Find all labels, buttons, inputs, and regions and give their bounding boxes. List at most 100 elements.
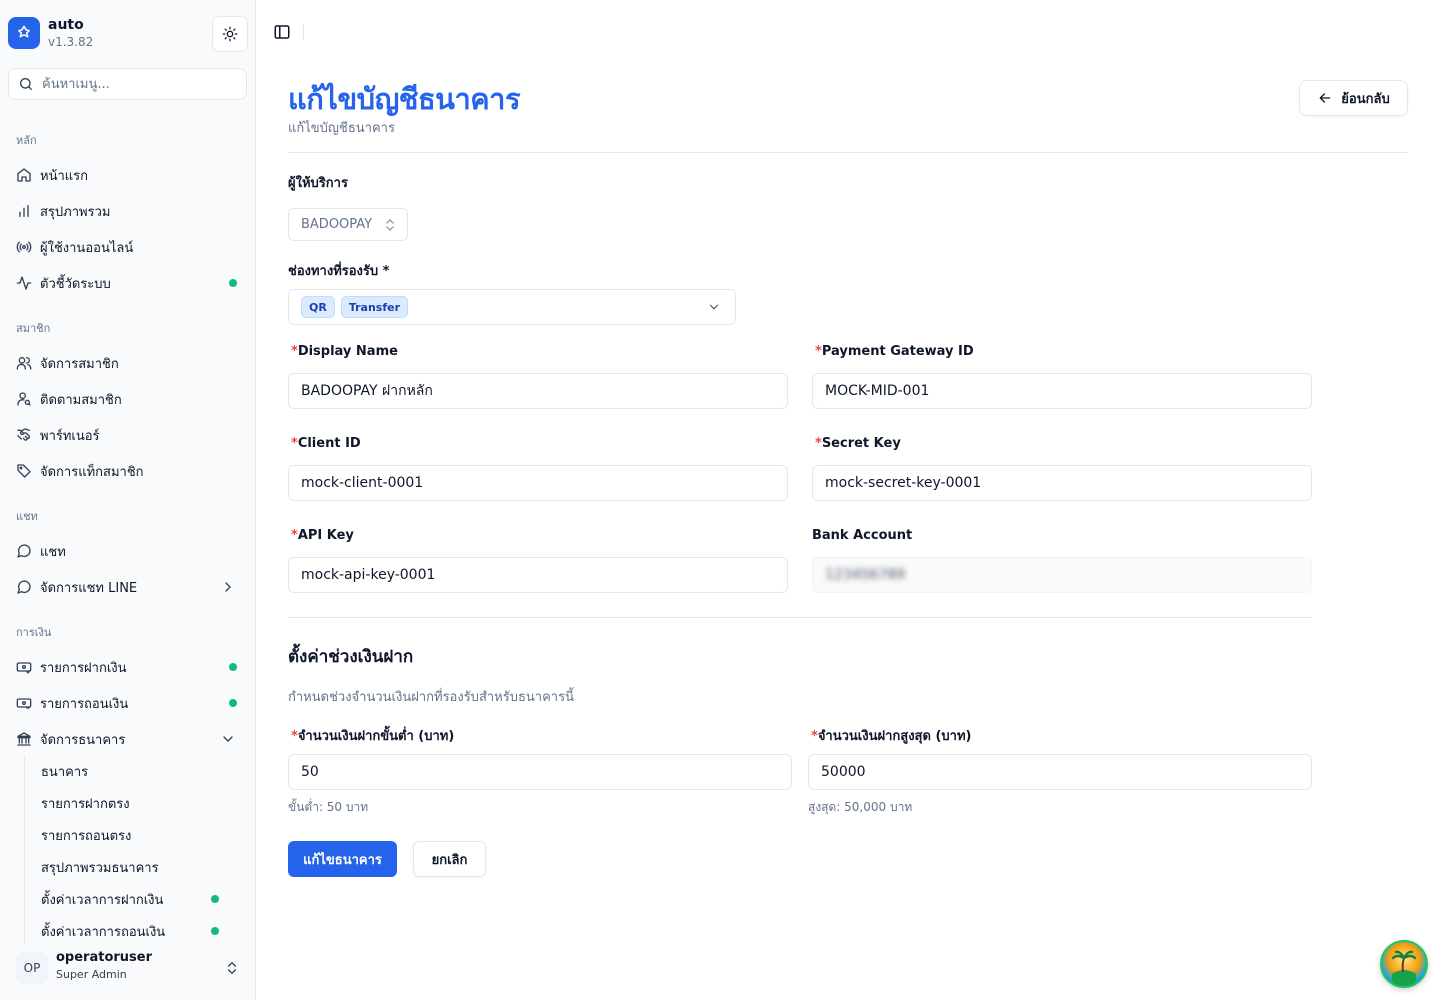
- sidebar-item-label: แชท: [40, 544, 66, 560]
- channel-tag[interactable]: Transfer: [340, 296, 409, 318]
- submenu-item-banks[interactable]: ธนาคาร: [33, 757, 233, 785]
- cancel-button[interactable]: ยกเลิก: [413, 841, 486, 877]
- chevrons-up-down-icon: [385, 218, 395, 235]
- api-key-field[interactable]: mock-api-key-0001: [288, 557, 788, 593]
- secret-key-field[interactable]: mock-secret-key-0001: [812, 465, 1312, 501]
- deposit-range-description: กำหนดช่วงจำนวนเงินฝากที่รองรับสำหรับธนาค…: [288, 690, 574, 705]
- sidebar-item-chat[interactable]: แชท: [8, 535, 248, 567]
- avatar: OP: [16, 952, 48, 984]
- search-icon: [20, 78, 32, 90]
- app-version: v1.3.82: [48, 35, 94, 49]
- group-label-members: สมาชิก: [16, 322, 51, 335]
- palm-island-icon: [1391, 950, 1417, 986]
- deposit-icon: [16, 659, 32, 675]
- page-title: แก้ไขบัญชีธนาคาร: [288, 82, 521, 116]
- message-circle-icon: [16, 579, 32, 595]
- topbar-divider: [303, 24, 304, 40]
- channel-tag[interactable]: QR: [301, 296, 335, 318]
- submenu-item-label: ตั้งค่าเวลาการฝากเงิน: [41, 892, 164, 908]
- chevron-down-icon: [707, 300, 721, 318]
- sidebar-item-track-members[interactable]: ติดตามสมาชิก: [8, 383, 248, 415]
- tag-icon: [16, 463, 32, 479]
- sidebar-item-partners[interactable]: พาร์ทเนอร์: [8, 419, 248, 451]
- submenu-item-label: สรุปภาพรวมธนาคาร: [41, 860, 159, 876]
- min-deposit-field[interactable]: 50: [288, 754, 792, 790]
- status-dot: [211, 927, 219, 935]
- provider-select[interactable]: BADOOPAY: [288, 208, 408, 241]
- theme-toggle-button[interactable]: [212, 16, 248, 52]
- sidebar-item-manage-banks[interactable]: จัดการธนาคาร: [8, 723, 248, 755]
- sidebar-item-label: จัดการแท็กสมาชิก: [40, 464, 144, 480]
- submit-edit-bank-button[interactable]: แก้ไขธนาคาร: [288, 841, 397, 877]
- api-key-label: *API Key: [291, 528, 354, 543]
- submenu-item-deposit-schedule[interactable]: ตั้งค่าเวลาการฝากเงิน: [33, 885, 233, 913]
- max-deposit-field[interactable]: 50000: [808, 754, 1312, 790]
- bar-chart-icon: [16, 203, 32, 219]
- sidebar-item-online-users[interactable]: ผู้ใช้งานออนไลน์: [8, 231, 248, 263]
- display-name-field[interactable]: BADOOPAY ฝากหลัก: [288, 373, 788, 409]
- payment-gateway-id-field[interactable]: MOCK-MID-001: [812, 373, 1312, 409]
- sidebar-item-label: รายการฝากเงิน: [40, 660, 127, 676]
- sidebar-item-label: จัดการธนาคาร: [40, 732, 126, 748]
- sidebar-item-label: รายการถอนเงิน: [40, 696, 129, 712]
- sidebar-item-system-metrics[interactable]: ตัวชี้วัดระบบ: [8, 267, 248, 299]
- min-deposit-hint: ขั้นต่ำ: 50 บาท: [288, 800, 369, 814]
- status-dot: [229, 279, 237, 287]
- bank-account-label: Bank Account: [812, 528, 913, 543]
- group-label-finance: การเงิน: [16, 626, 52, 639]
- back-button[interactable]: ย้อนกลับ: [1299, 80, 1408, 116]
- status-dot: [211, 895, 219, 903]
- app-name: auto: [48, 17, 84, 33]
- radio-icon: [16, 239, 32, 255]
- channels-multiselect[interactable]: QR Transfer: [288, 289, 736, 325]
- sidebar-toggle-button[interactable]: [272, 22, 292, 42]
- bank-account-field[interactable]: 123456789: [812, 557, 1312, 593]
- submenu-item-label: ธนาคาร: [41, 764, 89, 780]
- status-dot: [229, 663, 237, 671]
- withdraw-icon: [16, 695, 32, 711]
- submenu-divider: [24, 756, 25, 944]
- sidebar-item-label: ตัวชี้วัดระบบ: [40, 276, 111, 292]
- menu-search: [8, 68, 247, 100]
- user-search-icon: [16, 391, 32, 407]
- sidebar-item-label: จัดการสมาชิก: [40, 356, 119, 372]
- sidebar-item-label: ติดตามสมาชิก: [40, 392, 122, 408]
- max-deposit-hint: สูงสุด: 50,000 บาท: [808, 800, 913, 814]
- sidebar-item-member-tags[interactable]: จัดการแท็กสมาชิก: [8, 455, 248, 487]
- sidebar-item-overview[interactable]: สรุปภาพรวม: [8, 195, 248, 227]
- back-button-label: ย้อนกลับ: [1341, 91, 1390, 107]
- floating-avatar-button[interactable]: [1380, 940, 1428, 988]
- provider-value: BADOOPAY: [301, 217, 373, 232]
- header-divider: [288, 152, 1408, 153]
- provider-label: ผู้ให้บริการ: [288, 176, 348, 191]
- submenu-item-direct-deposits[interactable]: รายการฝากตรง: [33, 789, 233, 817]
- home-icon: [16, 167, 32, 183]
- display-name-label: *Display Name: [291, 344, 398, 359]
- chevrons-up-down-icon: [224, 960, 240, 980]
- app-logo-icon: [8, 17, 40, 49]
- menu-search-input[interactable]: [42, 76, 232, 92]
- sidebar-item-manage-members[interactable]: จัดการสมาชิก: [8, 347, 248, 379]
- bank-account-value: 123456789: [825, 567, 906, 583]
- client-id-label: *Client ID: [291, 436, 361, 451]
- max-deposit-label: *จำนวนเงินฝากสูงสุด (บาท): [811, 729, 972, 744]
- channels-label: ช่องทางที่รองรับ *: [288, 264, 390, 279]
- submenu-item-direct-withdrawals[interactable]: รายการถอนตรง: [33, 821, 233, 849]
- sidebar-item-withdrawals[interactable]: รายการถอนเงิน: [8, 687, 248, 719]
- chevron-down-icon: [220, 731, 236, 747]
- sidebar-item-line-chat[interactable]: จัดการแชท LINE: [8, 571, 248, 603]
- arrow-left-icon: [1317, 90, 1333, 106]
- client-id-field[interactable]: mock-client-0001: [288, 465, 788, 501]
- activity-icon: [16, 275, 32, 291]
- bank-icon: [16, 731, 32, 747]
- submenu-item-withdraw-schedule[interactable]: ตั้งค่าเวลาการถอนเงิน: [33, 917, 233, 945]
- sidebar-item-label: จัดการแชท LINE: [40, 580, 138, 596]
- group-label-chat: แชท: [16, 510, 38, 523]
- section-divider: [288, 617, 1312, 618]
- sidebar-item-home[interactable]: หน้าแรก: [8, 159, 248, 191]
- submenu-item-bank-overview[interactable]: สรุปภาพรวมธนาคาร: [33, 853, 233, 881]
- user-menu[interactable]: OP operatoruser Super Admin: [8, 948, 248, 988]
- chevron-right-icon: [220, 579, 236, 595]
- page-subtitle: แก้ไขบัญชีธนาคาร: [288, 121, 395, 136]
- sidebar-item-deposits[interactable]: รายการฝากเงิน: [8, 651, 248, 683]
